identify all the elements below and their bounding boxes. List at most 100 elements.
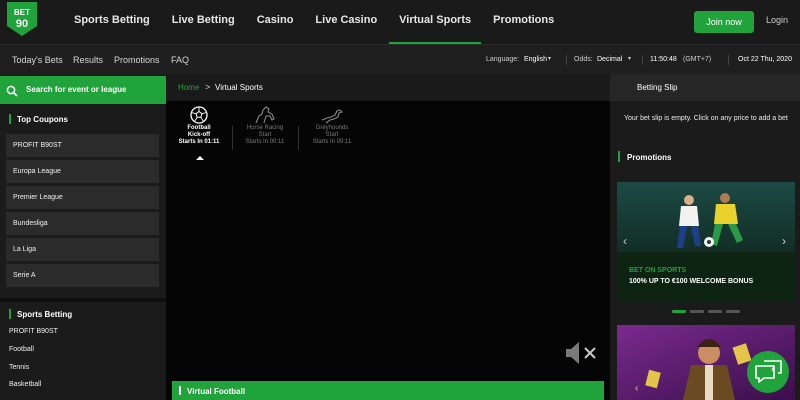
- search-icon: [6, 84, 18, 102]
- main-nav: Sports Betting Live Betting Casino Live …: [74, 0, 576, 44]
- divider: [728, 55, 729, 65]
- coupon-item[interactable]: Premier League: [6, 186, 159, 209]
- banner-next-chevron-icon[interactable]: ›: [782, 234, 786, 248]
- language-select[interactable]: English: [524, 56, 547, 63]
- subnav-promotions[interactable]: Promotions: [114, 55, 160, 65]
- tab-countdown: Starts In 09:11: [312, 139, 352, 145]
- logo-text-bottom: 90: [16, 18, 28, 30]
- promotions-title: Promotions: [627, 153, 672, 162]
- sport-item[interactable]: Basketball: [9, 381, 41, 388]
- subnav-todays-bets[interactable]: Today's Bets: [12, 55, 63, 65]
- tab-title-line1: Football: [187, 125, 211, 131]
- coupon-label: La Liga: [13, 246, 36, 253]
- tab-title-line2: Kick-off: [187, 132, 211, 138]
- tab-countdown: Starts In 00:11: [245, 139, 285, 145]
- accent-bar: [179, 386, 181, 395]
- tab-greyhounds[interactable]: Greyhounds Start Starts In 09:11: [301, 106, 363, 154]
- nav-live-betting[interactable]: Live Betting: [172, 0, 235, 44]
- search-placeholder: Search for event or league: [26, 85, 127, 94]
- search-event-bar[interactable]: Search for event or league: [0, 76, 166, 104]
- nav-virtual-sports[interactable]: Virtual Sports: [389, 0, 482, 44]
- accent-bar: [9, 309, 11, 319]
- live-chat-button[interactable]: ?: [742, 350, 794, 394]
- login-link[interactable]: Login: [766, 15, 788, 25]
- coupon-item[interactable]: Bundesliga: [6, 212, 159, 235]
- coupon-label: Europa League: [13, 168, 61, 175]
- carousel-dot[interactable]: [708, 310, 722, 313]
- accent-bar: [618, 151, 620, 162]
- chat-help-icon: ?: [742, 351, 794, 398]
- tab-title-line1: Horse Racing: [246, 125, 284, 131]
- horse-icon: [234, 106, 296, 124]
- breadcrumb-home[interactable]: Home: [178, 83, 199, 92]
- active-tab-indicator: [196, 156, 204, 160]
- tab-countdown: Starts In 01:11: [178, 139, 220, 145]
- sport-item[interactable]: Tennis: [9, 364, 29, 371]
- language-label: Language:: [486, 56, 520, 63]
- tab-football[interactable]: Football Kick-off Starts In 01:11: [168, 106, 230, 154]
- current-date: Oct 22 Thu, 2020: [738, 56, 792, 63]
- nav-sports-betting[interactable]: Sports Betting: [74, 0, 150, 44]
- sports-betting-header: Sports Betting: [0, 303, 166, 325]
- coupon-item[interactable]: PROFIT B90ST: [6, 134, 159, 157]
- coupon-item[interactable]: Europa League: [6, 160, 159, 183]
- top-navigation: BET 90 Sports Betting Live Betting Casin…: [0, 0, 800, 44]
- breadcrumb-chevron-icon: >: [205, 82, 211, 92]
- sport-item[interactable]: PROFIT B90ST: [9, 328, 58, 335]
- sidebar-divider: [0, 298, 166, 302]
- join-now-button[interactable]: Join now: [694, 11, 754, 33]
- accent-bar: [9, 114, 11, 124]
- sub-navigation: Today's Bets Results Promotions FAQ Lang…: [0, 44, 800, 74]
- coupon-label: Serie A: [13, 272, 36, 279]
- nav-promotions[interactable]: Promotions: [493, 0, 554, 44]
- banner-subtitle: 100% UP TO €100 WELCOME BONUS: [629, 278, 754, 285]
- clock-timezone: (GMT+7): [683, 56, 712, 63]
- tab-divider: [232, 126, 233, 150]
- logo-text-top: BET: [14, 8, 30, 17]
- coupon-item[interactable]: La Liga: [6, 238, 159, 261]
- tab-title-line2: Start: [325, 132, 339, 138]
- betting-slip-title: Betting Slip: [637, 83, 678, 92]
- tab-divider: [298, 126, 299, 150]
- coupon-label: PROFIT B90ST: [13, 142, 62, 149]
- carousel-dot[interactable]: [690, 310, 704, 313]
- banner-prev-chevron-icon[interactable]: ‹: [623, 234, 627, 248]
- bet-slip-empty-message: Your bet slip is empty. Click on any pri…: [624, 115, 788, 122]
- tab-title-line1: Greyhounds: [315, 125, 349, 131]
- virtual-sports-main: Home > Virtual Sports Football Kick-off …: [166, 74, 610, 400]
- speaker-muted-icon: [564, 342, 600, 370]
- tab-title-line2: Start: [258, 132, 272, 138]
- svg-text:?: ?: [770, 364, 775, 373]
- bet90-logo[interactable]: BET 90: [0, 0, 44, 38]
- odds-chevron-icon[interactable]: ▾: [628, 55, 631, 62]
- coupon-label: Bundesliga: [13, 220, 48, 227]
- coupon-item[interactable]: Serie A: [6, 264, 159, 287]
- odds-label: Odds:: [574, 56, 593, 63]
- sport-item[interactable]: Football: [9, 346, 34, 353]
- language-chevron-icon[interactable]: ▾: [548, 55, 551, 62]
- top-coupons-title: Top Coupons: [17, 115, 68, 124]
- betting-slip-header[interactable]: Betting Slip: [610, 74, 800, 101]
- carousel-dot[interactable]: [726, 310, 740, 313]
- nav-live-casino[interactable]: Live Casino: [315, 0, 377, 44]
- greyhound-icon: [301, 106, 363, 124]
- mute-button[interactable]: [564, 340, 600, 371]
- subnav-results[interactable]: Results: [73, 55, 103, 65]
- virtual-football-title: Virtual Football: [187, 387, 246, 396]
- left-sidebar: Search for event or league Top Coupons P…: [0, 74, 166, 400]
- virtual-football-header[interactable]: Virtual Football: [172, 381, 604, 400]
- sports-betting-title: Sports Betting: [17, 310, 73, 319]
- tab-horse-racing[interactable]: Horse Racing Start Starts In 00:11: [234, 106, 296, 154]
- breadcrumb-current: Virtual Sports: [215, 83, 263, 92]
- svg-text:‹: ‹: [635, 383, 638, 394]
- odds-select[interactable]: Decimal: [597, 56, 622, 63]
- divider: [566, 55, 567, 65]
- subnav-faq[interactable]: FAQ: [171, 55, 189, 65]
- nav-casino[interactable]: Casino: [257, 0, 294, 44]
- promotions-header: Promotions: [610, 144, 800, 170]
- banner-title: BET ON SPORTS: [629, 267, 687, 274]
- football-icon: [168, 106, 230, 124]
- carousel-dot[interactable]: [672, 310, 686, 313]
- promo-banner[interactable]: ‹ › BET ON SPORTS 100% UP TO €100 WELCOM…: [617, 182, 795, 302]
- coupon-label: Premier League: [13, 194, 63, 201]
